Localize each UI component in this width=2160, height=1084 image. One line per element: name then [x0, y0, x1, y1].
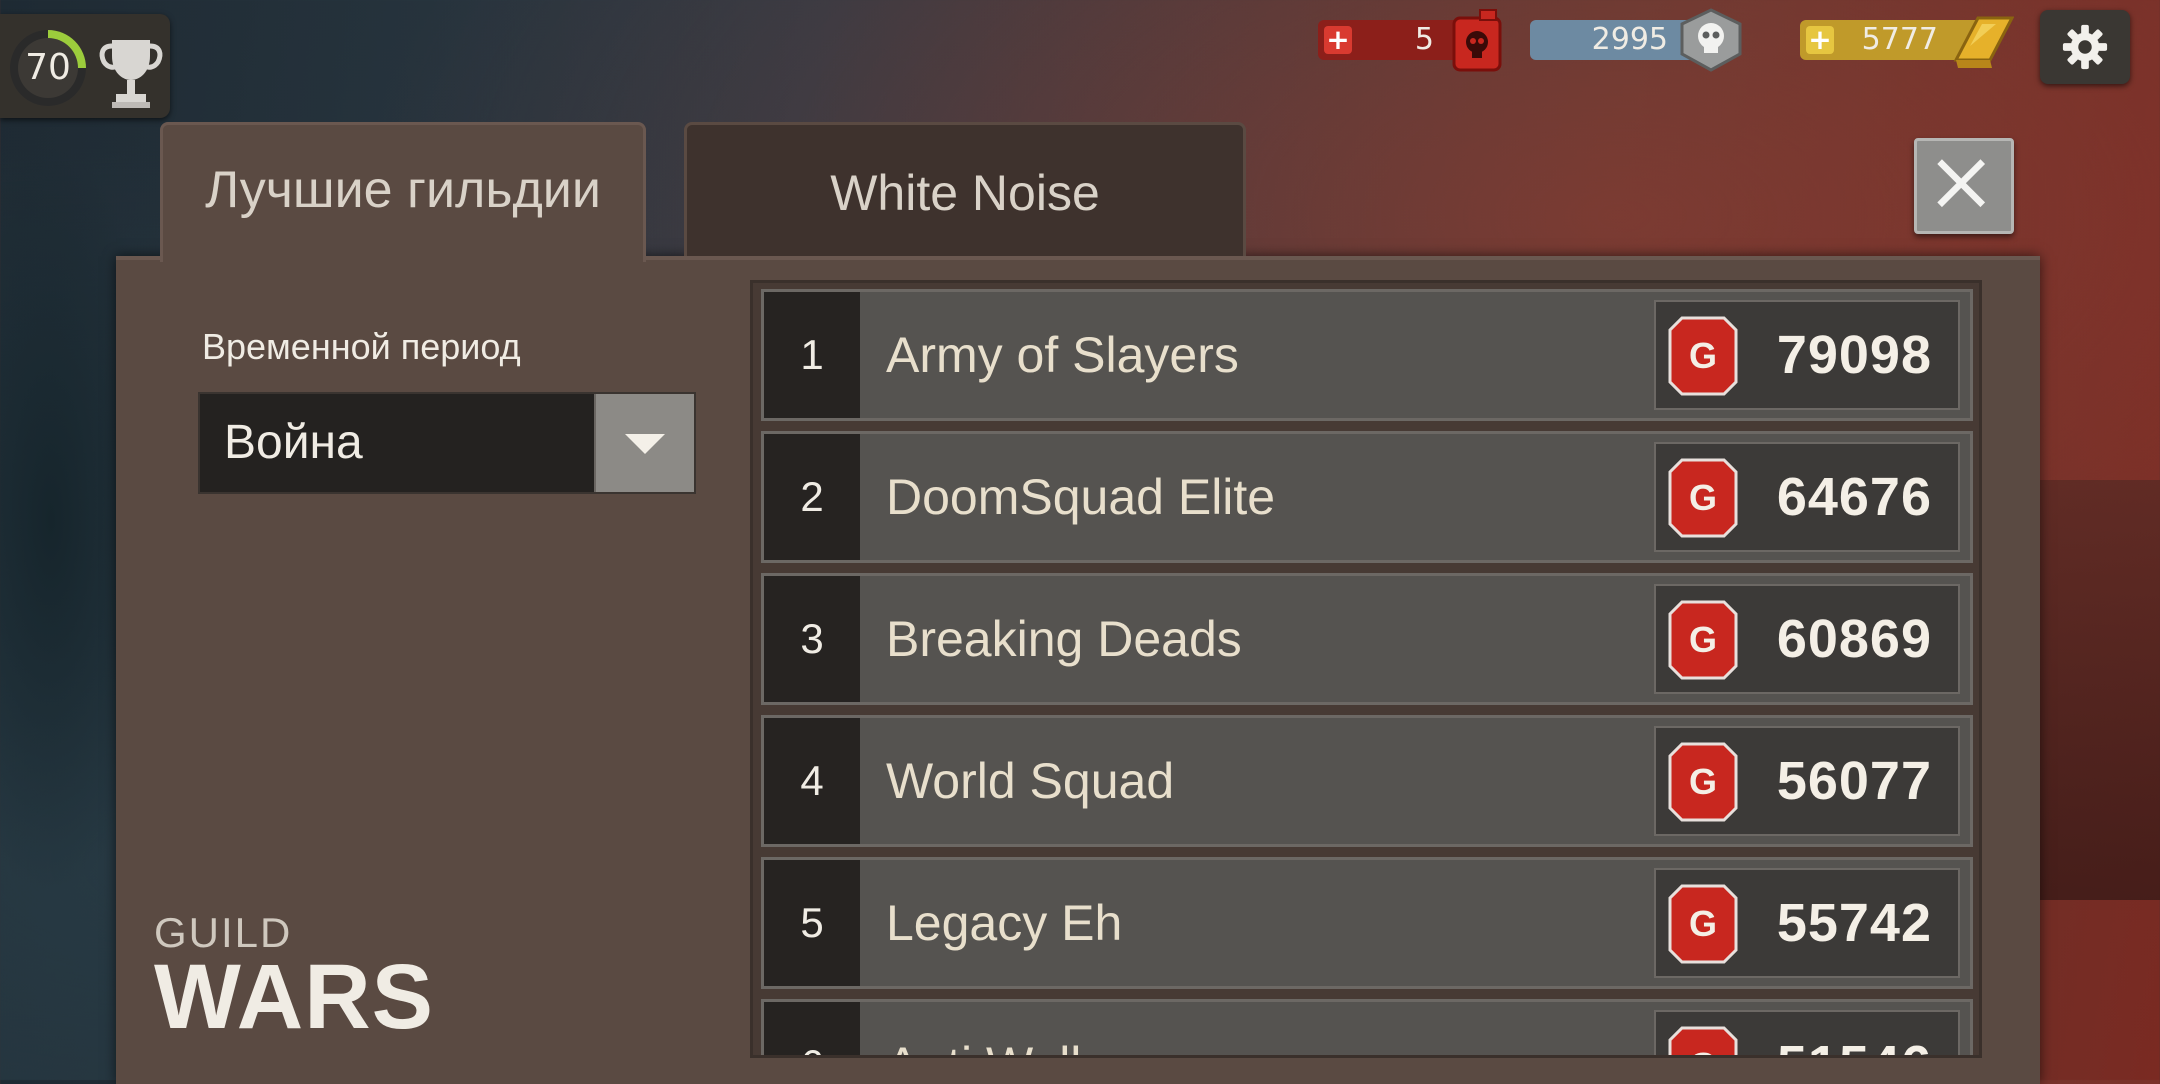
skull-value: 2995: [1591, 22, 1668, 57]
rank-number: 4: [764, 718, 860, 844]
svg-text:G: G: [1689, 1045, 1717, 1058]
guild-score: 60869: [1776, 609, 1932, 669]
guild-tag-icon: G: [1668, 458, 1738, 538]
guild-name: World Squad: [886, 753, 1175, 809]
tab-white-noise[interactable]: White Noise: [684, 122, 1246, 256]
add-gold-plus-icon[interactable]: +: [1806, 26, 1834, 54]
score-box: G 51546: [1654, 1010, 1960, 1058]
time-period-dropdown[interactable]: Война: [198, 392, 696, 494]
score-box: G 55742: [1654, 868, 1960, 978]
guild-name: Legacy Eh: [886, 895, 1123, 951]
score-box: G 60869: [1654, 584, 1960, 694]
trophy-icon: [99, 40, 163, 108]
guild-score: 64676: [1776, 467, 1932, 527]
guild-score: 56077: [1776, 751, 1932, 811]
player-level-widget[interactable]: 70: [0, 14, 170, 118]
svg-text:G: G: [1689, 761, 1717, 802]
score-box: G 79098: [1654, 300, 1960, 410]
gear-icon: [2062, 24, 2108, 70]
skull-currency[interactable]: 2995: [1530, 8, 1742, 72]
guild-tag-icon: G: [1668, 742, 1738, 822]
guild-wars-logo: GUILD WARS: [154, 912, 434, 1048]
table-row[interactable]: 5 Legacy Eh G 55742: [761, 857, 1973, 989]
svg-text:G: G: [1689, 477, 1717, 518]
score-box: G 56077: [1654, 726, 1960, 836]
close-icon: [1937, 159, 1986, 208]
guild-tag-icon: G: [1668, 600, 1738, 680]
table-row[interactable]: 4 World Squad G 56077: [761, 715, 1973, 847]
guild-name: Anti Walkers: [886, 1002, 1165, 1055]
score-box: G 64676: [1654, 442, 1960, 552]
svg-text:G: G: [1689, 619, 1717, 660]
settings-button[interactable]: [2040, 10, 2130, 84]
gold-value: 5777: [1861, 22, 1938, 57]
guild-name: DoomSquad Elite: [886, 469, 1276, 525]
guild-tag-icon: G: [1668, 884, 1738, 964]
rank-number: 5: [764, 860, 860, 986]
svg-text:G: G: [1689, 335, 1717, 376]
table-row[interactable]: 2 DoomSquad Elite G 64676: [761, 431, 1973, 563]
close-button[interactable]: [1914, 138, 2014, 234]
guild-score: 51546: [1777, 1012, 1932, 1055]
svg-text:G: G: [1689, 903, 1717, 944]
guild-tag-icon: G: [1668, 1026, 1738, 1058]
health-value: 5: [1414, 22, 1434, 57]
guild-name: Army of Slayers: [886, 327, 1239, 383]
skull-badge-icon: [1680, 8, 1742, 72]
rank-number: 6: [764, 1002, 860, 1055]
rank-number: 2: [764, 434, 860, 560]
fuel-can-icon: [1452, 9, 1502, 72]
gold-bar-icon: [1953, 16, 2014, 68]
guild-tag-icon: G: [1668, 316, 1738, 396]
time-period-label: Временной период: [202, 326, 521, 367]
guild-score: 55742: [1776, 893, 1932, 953]
level-number: 70: [25, 47, 71, 88]
table-row[interactable]: 6 Anti Walkers G 51546: [761, 999, 1973, 1058]
rank-number: 1: [764, 292, 860, 418]
tab-top-guilds[interactable]: Лучшие гильдии: [160, 122, 646, 262]
health-resource[interactable]: + 5: [1318, 9, 1502, 72]
leaderboard-list[interactable]: 1 Army of Slayers G 79098 2 DoomSquad El…: [750, 280, 1982, 1058]
table-row[interactable]: 3 Breaking Deads G 60869: [761, 573, 1973, 705]
logo-line-wars: WARS: [154, 946, 434, 1048]
table-row[interactable]: 1 Army of Slayers G 79098: [761, 289, 1973, 421]
dropdown-toggle-button[interactable]: [594, 394, 694, 492]
guild-name: Breaking Deads: [886, 611, 1242, 667]
time-period-selected: Война: [224, 416, 363, 469]
guild-score: 79098: [1776, 325, 1932, 385]
chevron-down-icon: [625, 434, 665, 454]
rank-number: 3: [764, 576, 860, 702]
add-health-plus-icon[interactable]: +: [1324, 26, 1352, 54]
gold-currency[interactable]: + 5777: [1800, 16, 2014, 68]
background-vehicle: [2020, 480, 2160, 900]
